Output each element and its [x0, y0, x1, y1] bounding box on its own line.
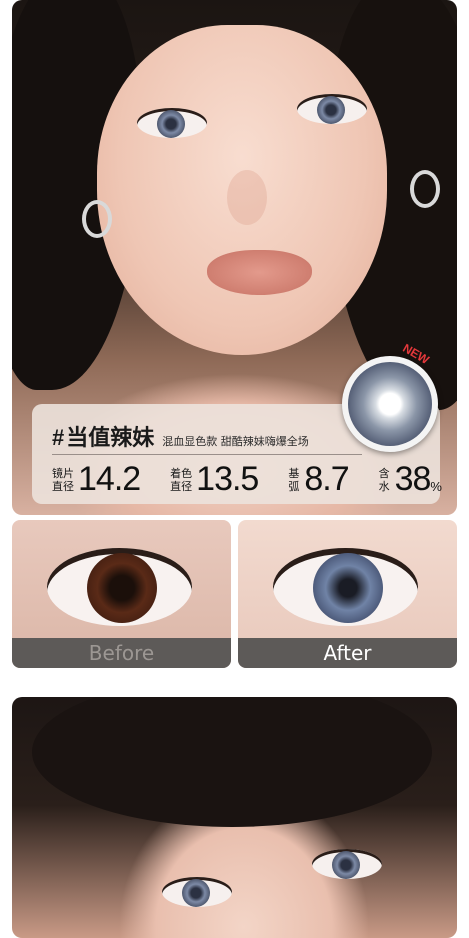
- spec-value: 13.5: [196, 460, 259, 498]
- model-eye-right: [297, 94, 367, 124]
- spec-lens-diameter: 镜片 直径 14.2: [52, 460, 141, 499]
- spec-base-curve: 基 弧 8.7: [288, 460, 349, 499]
- earring-icon: [410, 170, 440, 208]
- earring-icon: [82, 200, 112, 238]
- product-subtitle: 混血显色款 甜酷辣妹嗨爆全场: [162, 435, 309, 448]
- spec-label-line: 含: [378, 466, 390, 480]
- spec-label: 含 水: [379, 467, 393, 493]
- tagline-row: # 当值辣妹 混血显色款 甜酷辣妹嗨爆全场: [52, 420, 309, 452]
- spec-unit: %: [430, 479, 442, 494]
- spec-value: 14.2: [78, 460, 141, 498]
- spec-label: 基 弧: [288, 467, 302, 493]
- model-eye-left: [162, 877, 232, 907]
- hair-shape: [32, 697, 432, 827]
- spec-label-line: 水: [378, 479, 390, 493]
- spec-label: 着色 直径: [170, 467, 194, 493]
- model-eye-left: [137, 108, 207, 138]
- spec-water-content: 含 水 38 %: [379, 460, 442, 499]
- spec-list: 镜片 直径 14.2 着色 直径 13.5 基 弧 8.7 含 水 38 %: [52, 460, 442, 499]
- spec-color-diameter: 着色 直径 13.5: [170, 460, 259, 499]
- second-portrait: [12, 697, 457, 938]
- spec-value: 8.7: [304, 460, 349, 498]
- hero-portrait: # 当值辣妹 混血显色款 甜酷辣妹嗨爆全场 镜片 直径 14.2 着色 直径 1…: [12, 0, 457, 515]
- model-nose: [227, 170, 267, 225]
- spec-label-line: 镜片: [52, 466, 74, 480]
- eye-closeup: [273, 548, 418, 626]
- model-eye-right: [312, 849, 382, 879]
- eye-closeup: [47, 548, 192, 626]
- after-label: After: [238, 638, 457, 668]
- spec-label-line: 弧: [288, 479, 300, 493]
- model-lips: [207, 250, 312, 295]
- spec-label: 镜片 直径: [52, 467, 76, 493]
- spec-label-line: 基: [288, 466, 300, 480]
- after-image: After: [238, 520, 457, 668]
- before-image: Before: [12, 520, 231, 668]
- spec-label-line: 着色: [170, 466, 193, 480]
- hash-symbol: #: [52, 425, 65, 450]
- contact-lens-image: [342, 356, 438, 452]
- spec-value: 38: [394, 460, 432, 498]
- product-title: 当值辣妹: [66, 426, 155, 451]
- spec-label-line: 直径: [52, 479, 74, 493]
- spec-label-line: 直径: [170, 479, 193, 493]
- before-label: Before: [12, 638, 231, 668]
- divider: [52, 454, 362, 455]
